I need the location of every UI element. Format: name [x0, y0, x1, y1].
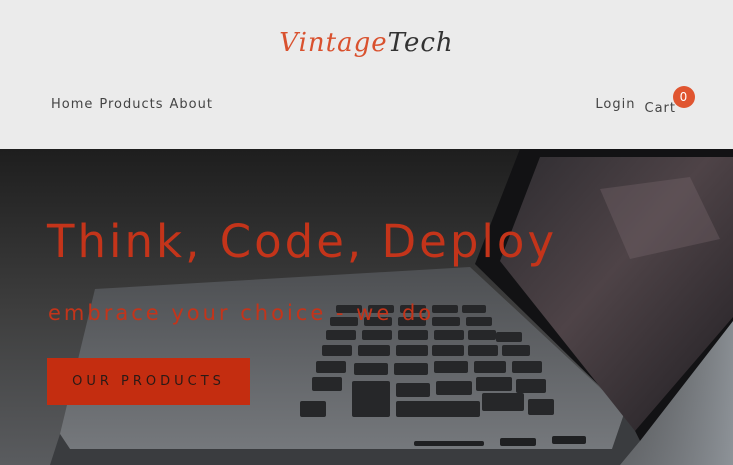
nav-home-link[interactable]: Home — [51, 97, 93, 112]
cart-count-badge: 0 — [672, 86, 695, 108]
login-link[interactable]: Login — [595, 97, 635, 116]
hero-title: Think, Code, Deploy — [47, 215, 558, 268]
cart[interactable]: Cart 0 — [645, 86, 695, 116]
brand-part-vintage: Vintage — [279, 28, 388, 58]
account-nav: Login Cart 0 — [595, 86, 695, 116]
nav-about-link[interactable]: About — [170, 97, 213, 112]
nav-products-link[interactable]: Products — [99, 97, 163, 112]
main-nav: Home Products About — [51, 97, 213, 112]
brand-part-tech: Tech — [387, 28, 454, 58]
hero-subtitle: embrace your choice - we do — [48, 301, 435, 325]
brand-logo[interactable]: VintageTech — [0, 28, 733, 58]
cart-link[interactable]: Cart — [645, 101, 677, 116]
hero-banner: Think, Code, Deploy embrace your choice … — [0, 149, 733, 465]
our-products-button[interactable]: OUR PRODUCTS — [47, 358, 250, 405]
site-header: VintageTech Home Products About Login Ca… — [0, 0, 733, 149]
